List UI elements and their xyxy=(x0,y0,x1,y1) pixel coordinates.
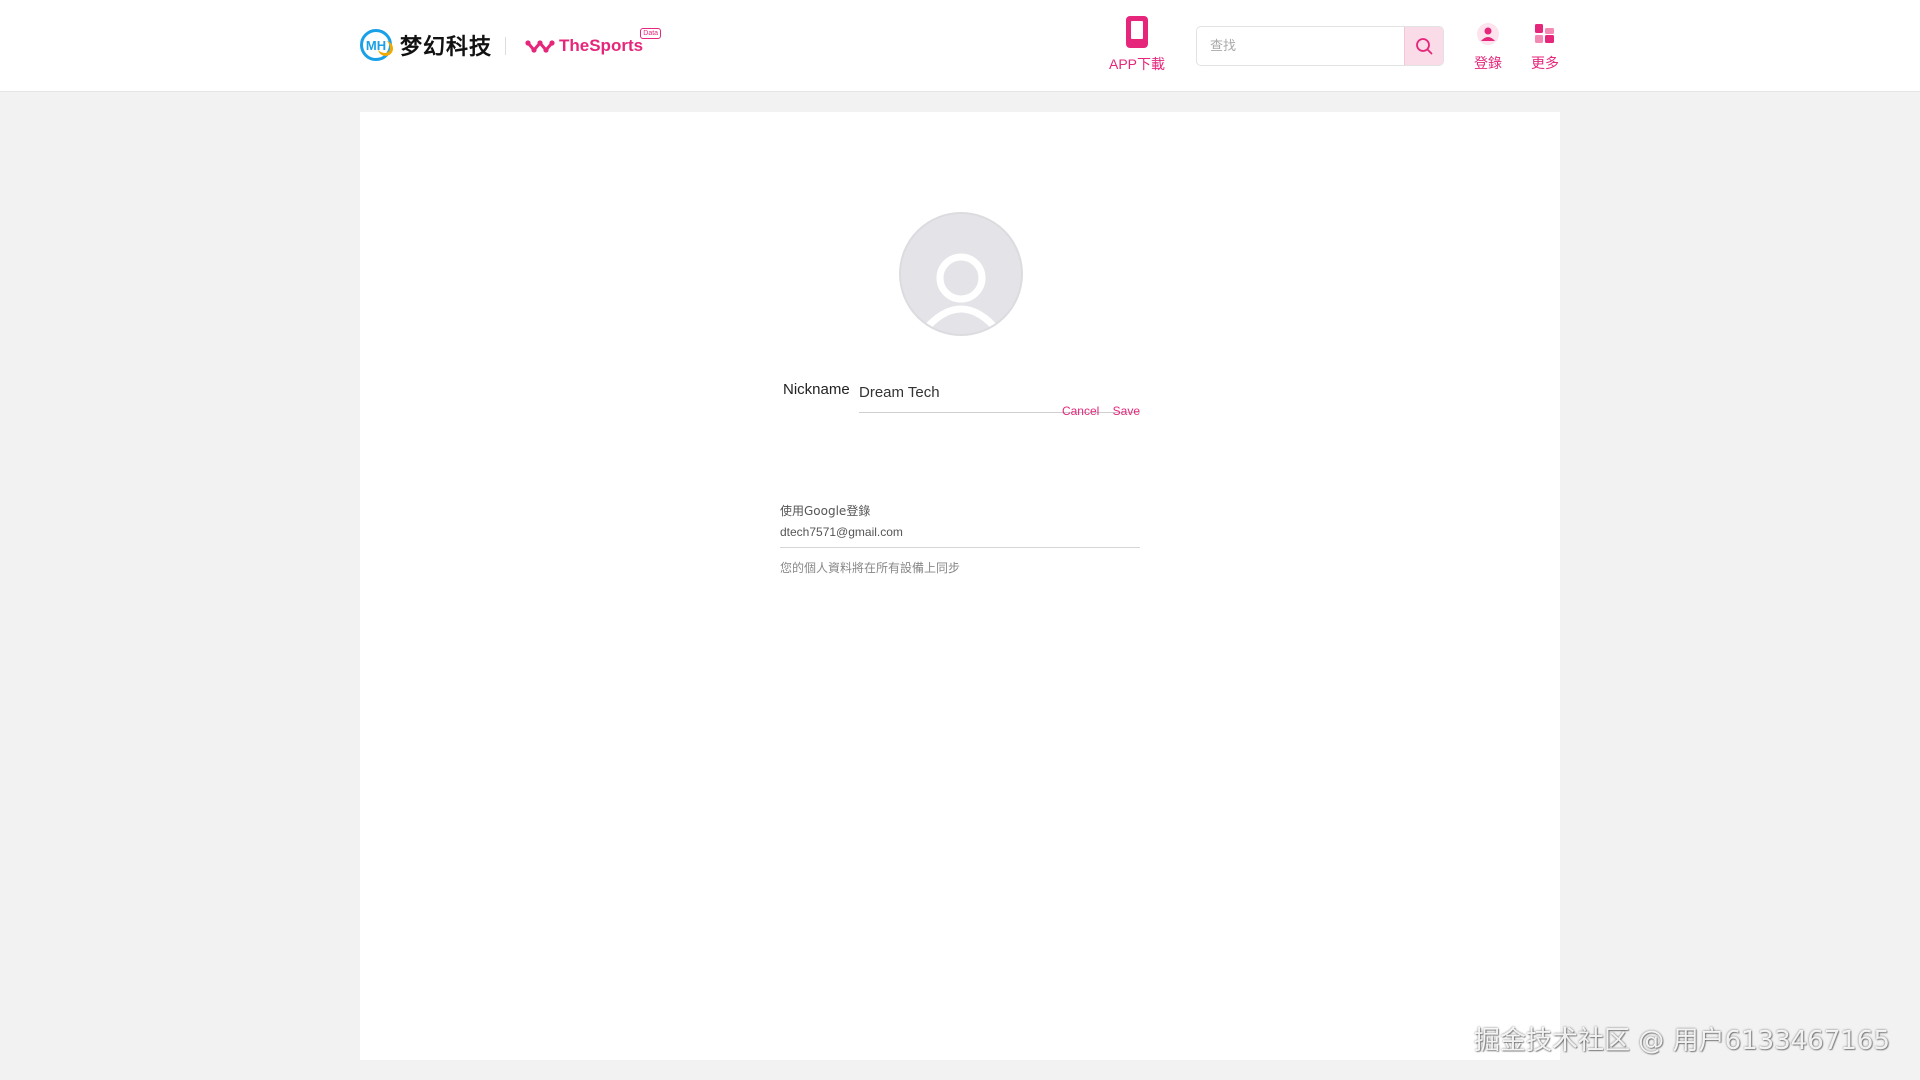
login-label: 登錄 xyxy=(1474,56,1502,72)
nickname-label: Nickname xyxy=(783,381,850,398)
search-input[interactable] xyxy=(1197,27,1404,65)
header-inner: MH 梦幻科技 TheSports Data APP下載 查找 登錄 更多 xyxy=(360,0,1560,92)
app-download-link[interactable]: APP下載 xyxy=(1105,16,1169,74)
more-link[interactable]: 更多 xyxy=(1527,22,1563,73)
partner-name: TheSports xyxy=(559,36,644,55)
cancel-button[interactable]: Cancel xyxy=(1062,404,1099,418)
thesports-wave-icon xyxy=(525,40,555,53)
search-icon xyxy=(1416,38,1433,55)
google-account-block: 使用Google登錄 dtech7571@gmail.com 您的個人資料將在所… xyxy=(780,502,1140,576)
search-box xyxy=(1196,26,1444,66)
google-email: dtech7571@gmail.com xyxy=(780,525,1140,548)
logo-divider xyxy=(505,37,506,55)
phone-icon xyxy=(1126,16,1148,48)
brand-mark-icon: MH xyxy=(360,29,393,61)
partner-badge: Data xyxy=(640,28,662,39)
app-download-label: APP下載 xyxy=(1108,56,1165,72)
user-icon xyxy=(1477,23,1499,45)
default-avatar-icon xyxy=(920,253,1002,334)
login-link[interactable]: 登錄 xyxy=(1470,22,1506,73)
watermark: 掘金技术社区 @ 用户6133467165 xyxy=(1474,1026,1890,1056)
more-label: 更多 xyxy=(1531,56,1559,72)
brand-logo[interactable]: MH 梦幻科技 xyxy=(360,28,492,62)
profile-card: Nickname Cancel Save 使用Google登錄 dtech757… xyxy=(360,112,1560,1060)
save-button[interactable]: Save xyxy=(1113,404,1140,418)
avatar[interactable] xyxy=(899,212,1023,336)
partner-logo[interactable]: TheSports Data xyxy=(525,28,662,58)
top-header: MH 梦幻科技 TheSports Data APP下載 查找 登錄 更多 xyxy=(0,0,1920,92)
grid-more-icon xyxy=(1535,24,1554,43)
brand-name: 梦幻科技 xyxy=(400,35,493,60)
sync-note: 您的個人資料將在所有設備上同步 xyxy=(780,561,961,575)
google-login-title: 使用Google登錄 xyxy=(780,504,871,518)
nickname-actions: Cancel Save xyxy=(780,404,1140,418)
search-button[interactable] xyxy=(1404,27,1443,65)
